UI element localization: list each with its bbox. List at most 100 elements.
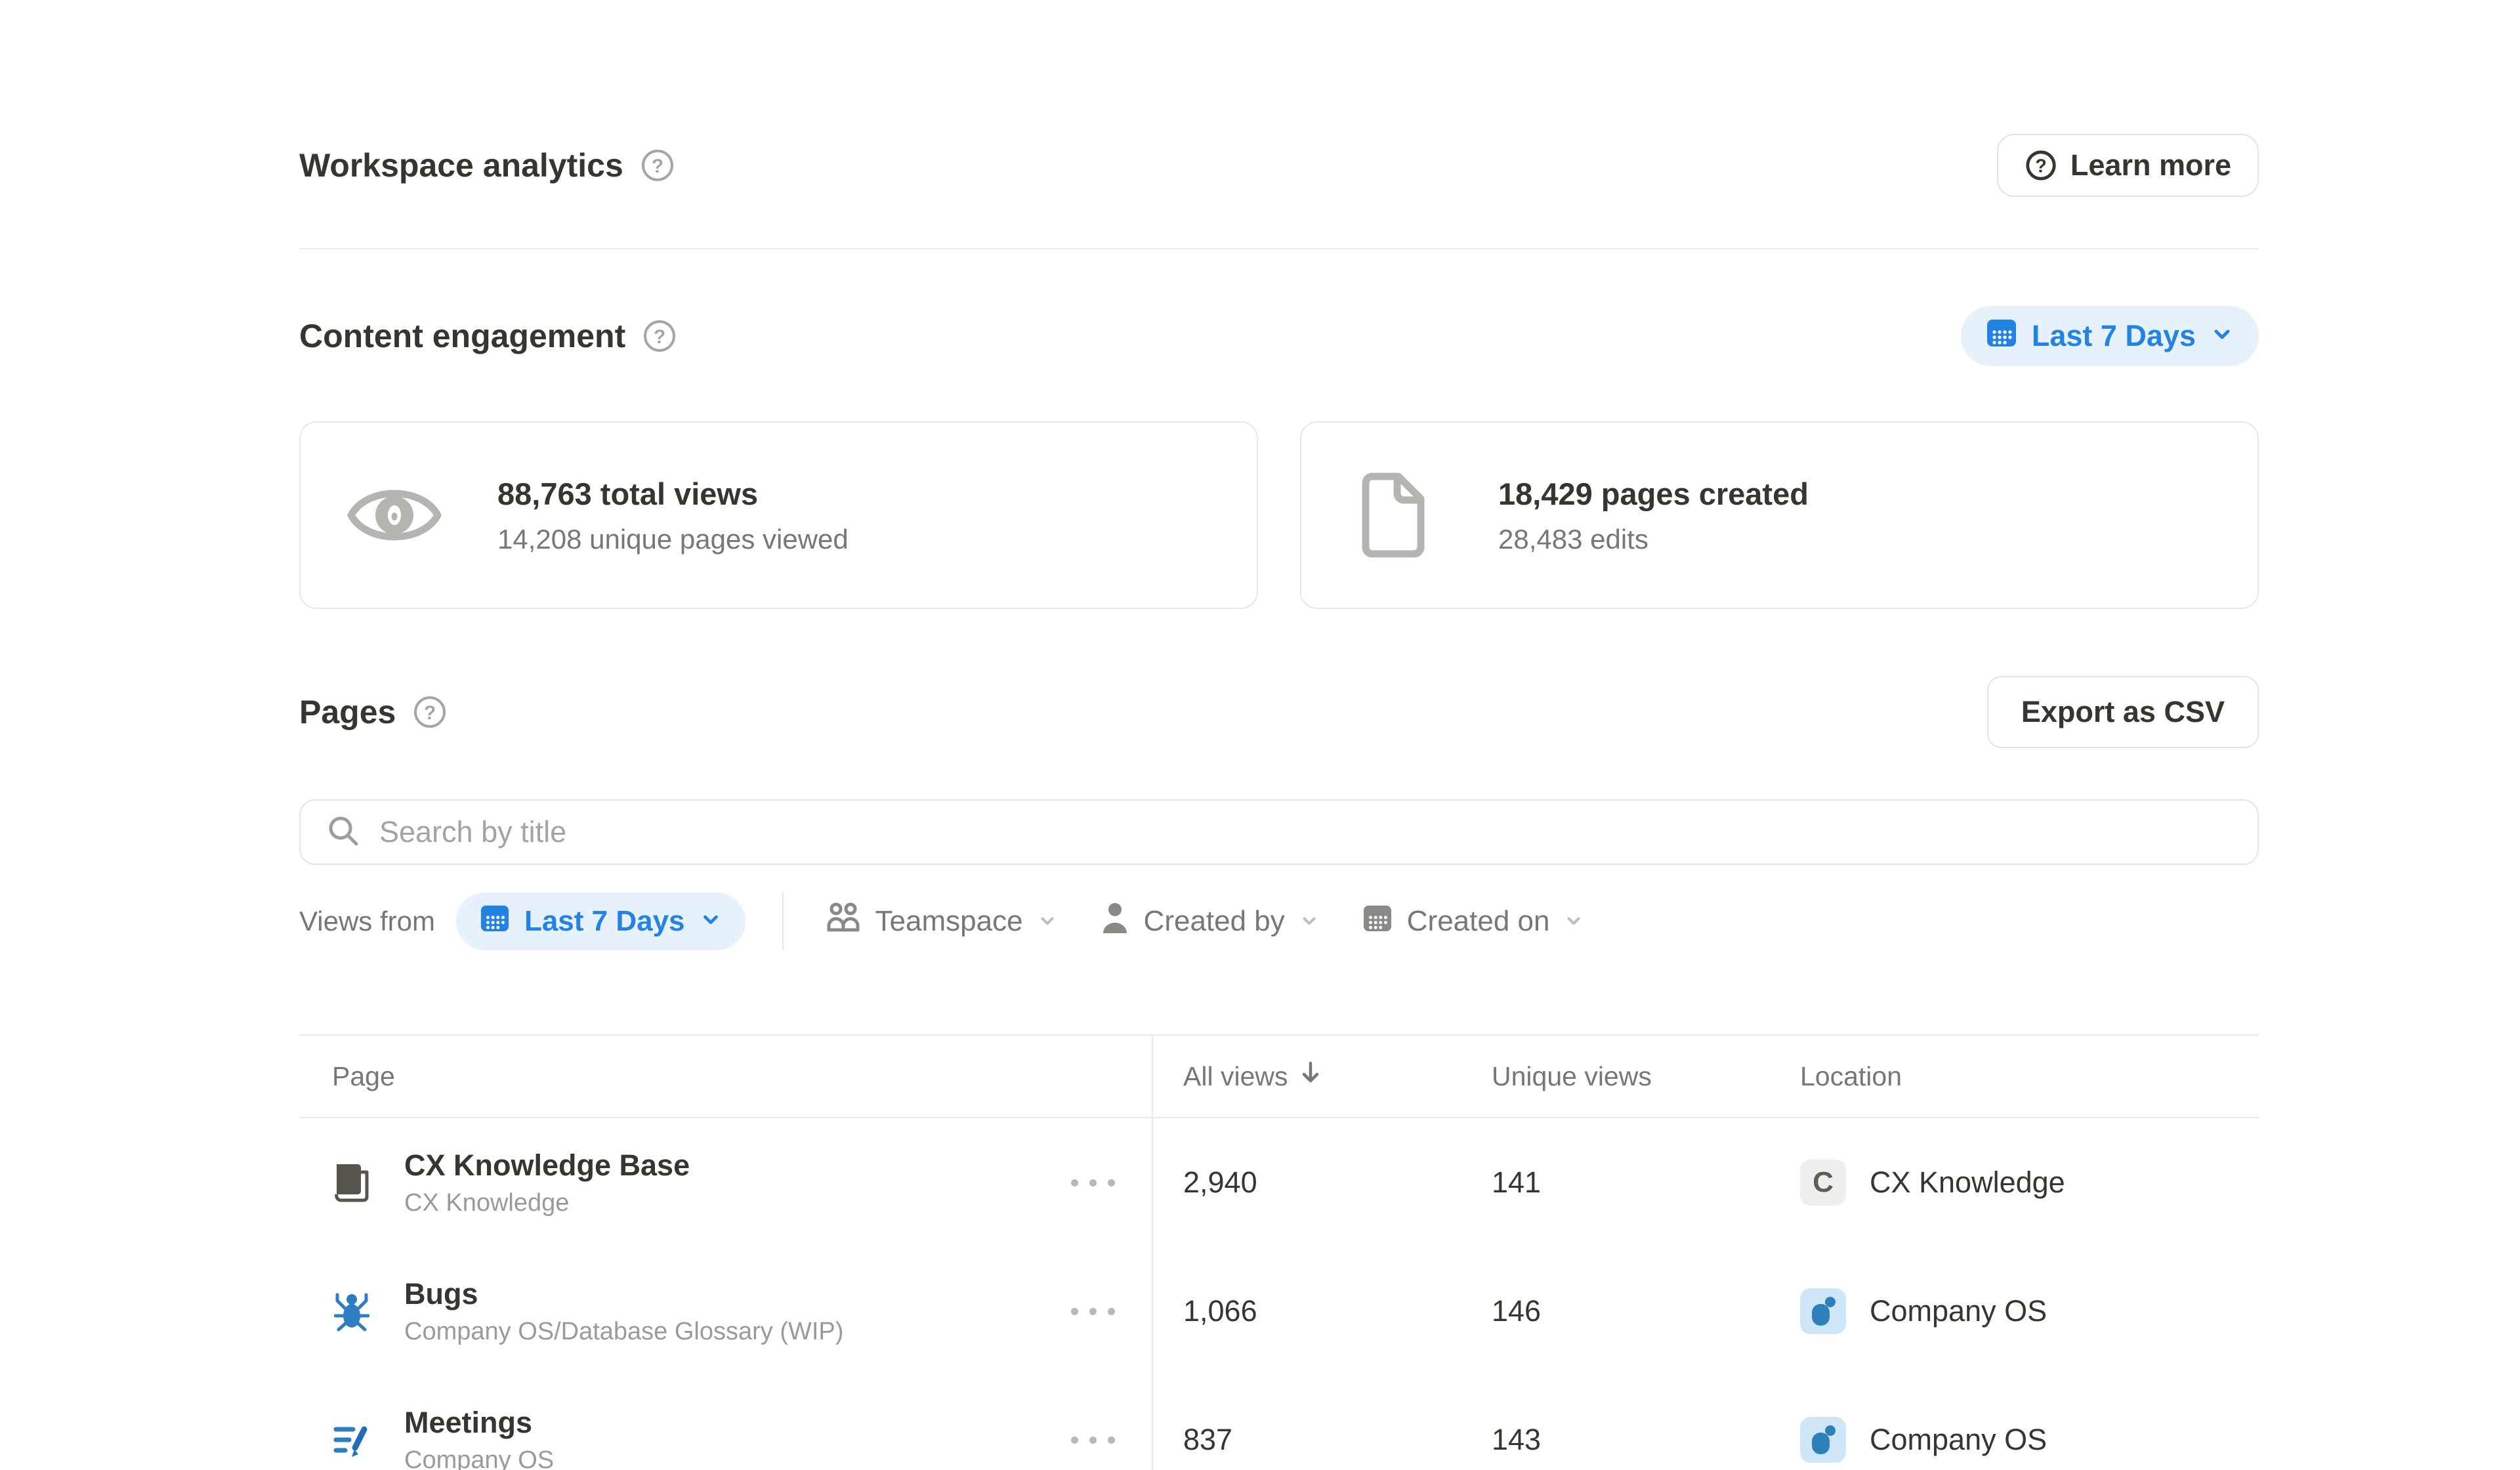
table-column-divider [1152, 1034, 1153, 1470]
location-name: Company OS [1870, 1423, 2047, 1457]
pages-title-group: Pages ? [299, 693, 447, 731]
page-text: Bugs Company OS/Database Glossary (WIP) [404, 1277, 843, 1346]
column-header-location-label: Location [1800, 1061, 1902, 1092]
meetings-icon [332, 1421, 371, 1459]
search-icon [326, 813, 361, 852]
views-date-range-label: Last 7 Days [524, 905, 685, 938]
pages-title: Pages [299, 693, 396, 731]
chevron-down-icon [1299, 905, 1319, 938]
workspace-analytics-page: Workspace analytics ? ? Learn more Conte… [0, 0, 2520, 1470]
column-header-location: Location [1769, 1061, 2259, 1092]
export-csv-label: Export as CSV [2021, 695, 2225, 729]
teamspace-label: Teamspace [875, 905, 1023, 938]
pages-created-text: 18,429 pages created 28,483 edits [1498, 476, 1809, 555]
bug-icon [332, 1291, 371, 1332]
calendar-icon [480, 903, 510, 940]
created-by-label: Created by [1144, 905, 1285, 938]
unique-views-value: 141 [1492, 1166, 1541, 1200]
date-range-dropdown[interactable]: Last 7 Days [1961, 306, 2259, 366]
page-text: Meetings Company OS [404, 1406, 554, 1470]
page-title: Workspace analytics [299, 146, 623, 184]
location-cell[interactable]: Company OS [1769, 1417, 2259, 1463]
table-row[interactable]: Meetings Company OS 837 143 Company OS [299, 1376, 2259, 1470]
total-views-value: 88,763 total views [497, 476, 849, 512]
engagement-title: Content engagement [299, 317, 625, 355]
page-title-group: Workspace analytics ? [299, 146, 675, 184]
chevron-down-icon [700, 905, 722, 938]
page-subtitle: Company OS [404, 1446, 554, 1470]
location-cell[interactable]: C CX Knowledge [1769, 1160, 2259, 1206]
content-engagement-header: Content engagement ? Last 7 Days [299, 302, 2259, 370]
search-bar [299, 799, 2259, 865]
page-cell: CX Knowledge Base CX Knowledge [299, 1148, 1152, 1217]
column-header-all-views[interactable]: All views [1152, 1060, 1460, 1092]
all-views-value: 837 [1183, 1423, 1232, 1457]
location-cell[interactable]: Company OS [1769, 1288, 2259, 1334]
export-csv-button[interactable]: Export as CSV [1987, 676, 2259, 748]
page-subtitle: CX Knowledge [404, 1189, 690, 1217]
page-cell: Bugs Company OS/Database Glossary (WIP) [299, 1277, 1152, 1346]
book-icon [332, 1162, 371, 1204]
column-header-unique-views[interactable]: Unique views [1460, 1061, 1769, 1092]
calendar-icon [1362, 903, 1393, 940]
created-on-filter[interactable]: Created on [1362, 903, 1584, 940]
table-row[interactable]: CX Knowledge Base CX Knowledge 2,940 141… [299, 1118, 2259, 1247]
svg-text:?: ? [652, 156, 663, 177]
edits-value: 28,483 edits [1498, 524, 1809, 555]
company-os-logo-badge [1800, 1417, 1846, 1463]
learn-more-button[interactable]: ? Learn more [1997, 134, 2259, 197]
more-options-icon[interactable] [1071, 1308, 1115, 1315]
column-header-all-views-label: All views [1183, 1061, 1288, 1092]
created-on-label: Created on [1407, 905, 1550, 938]
column-header-page-label: Page [332, 1061, 395, 1092]
page-title-link[interactable]: Bugs [404, 1277, 843, 1311]
teamspace-icon [826, 902, 861, 942]
page-text: CX Knowledge Base CX Knowledge [404, 1148, 690, 1217]
pages-created-card: 18,429 pages created 28,483 edits [1300, 421, 2259, 609]
total-views-card: 88,763 total views 14,208 unique pages v… [299, 421, 1258, 609]
location-name: CX Knowledge [1870, 1166, 2065, 1200]
all-views-value: 1,066 [1183, 1294, 1257, 1328]
help-icon[interactable]: ? [413, 695, 447, 729]
page-icon [1346, 471, 1444, 559]
company-os-logo-badge [1800, 1288, 1846, 1334]
table-row[interactable]: Bugs Company OS/Database Glossary (WIP) … [299, 1247, 2259, 1376]
eye-icon [345, 478, 444, 552]
chevron-down-icon [1038, 905, 1057, 938]
table-header-row: Page All views Unique views Location [299, 1034, 2259, 1118]
chevron-down-icon [2210, 319, 2234, 353]
more-options-icon[interactable] [1071, 1179, 1115, 1186]
help-icon[interactable]: ? [640, 148, 675, 182]
page-title-link[interactable]: Meetings [404, 1406, 554, 1440]
created-by-filter[interactable]: Created by [1101, 902, 1319, 942]
views-date-range-dropdown[interactable]: Last 7 Days [456, 892, 746, 950]
teamspace-filter[interactable]: Teamspace [826, 902, 1057, 942]
location-letter-badge: C [1800, 1160, 1846, 1206]
date-range-label: Last 7 Days [2032, 319, 2196, 353]
page-cell: Meetings Company OS [299, 1406, 1152, 1470]
total-views-text: 88,763 total views 14,208 unique pages v… [497, 476, 849, 555]
unique-pages-viewed-value: 14,208 unique pages viewed [497, 524, 849, 555]
engagement-title-group: Content engagement ? [299, 317, 677, 355]
all-views-value: 2,940 [1183, 1166, 1257, 1200]
section-divider [299, 248, 2259, 249]
page-subtitle: Company OS/Database Glossary (WIP) [404, 1318, 843, 1346]
views-from-label: Views from [299, 906, 435, 937]
more-options-icon[interactable] [1071, 1437, 1115, 1444]
svg-text:?: ? [424, 702, 436, 724]
page-title-link[interactable]: CX Knowledge Base [404, 1148, 690, 1183]
help-circle-icon: ? [2025, 149, 2057, 182]
chevron-down-icon [1564, 905, 1584, 938]
help-icon[interactable]: ? [642, 319, 677, 353]
search-input[interactable] [378, 814, 2233, 850]
unique-views-value: 146 [1492, 1294, 1541, 1328]
learn-more-label: Learn more [2070, 148, 2231, 182]
column-header-unique-views-label: Unique views [1492, 1061, 1652, 1092]
filter-row: Views from Last 7 Days Teamspace Cr [299, 892, 2259, 950]
person-icon [1101, 902, 1129, 942]
stat-cards: 88,763 total views 14,208 unique pages v… [299, 421, 2259, 609]
pages-section-header: Pages ? Export as CSV [299, 675, 2259, 749]
column-header-page: Page [299, 1061, 1152, 1092]
page-header: Workspace analytics ? ? Learn more [299, 131, 2259, 200]
svg-text:?: ? [654, 326, 665, 348]
